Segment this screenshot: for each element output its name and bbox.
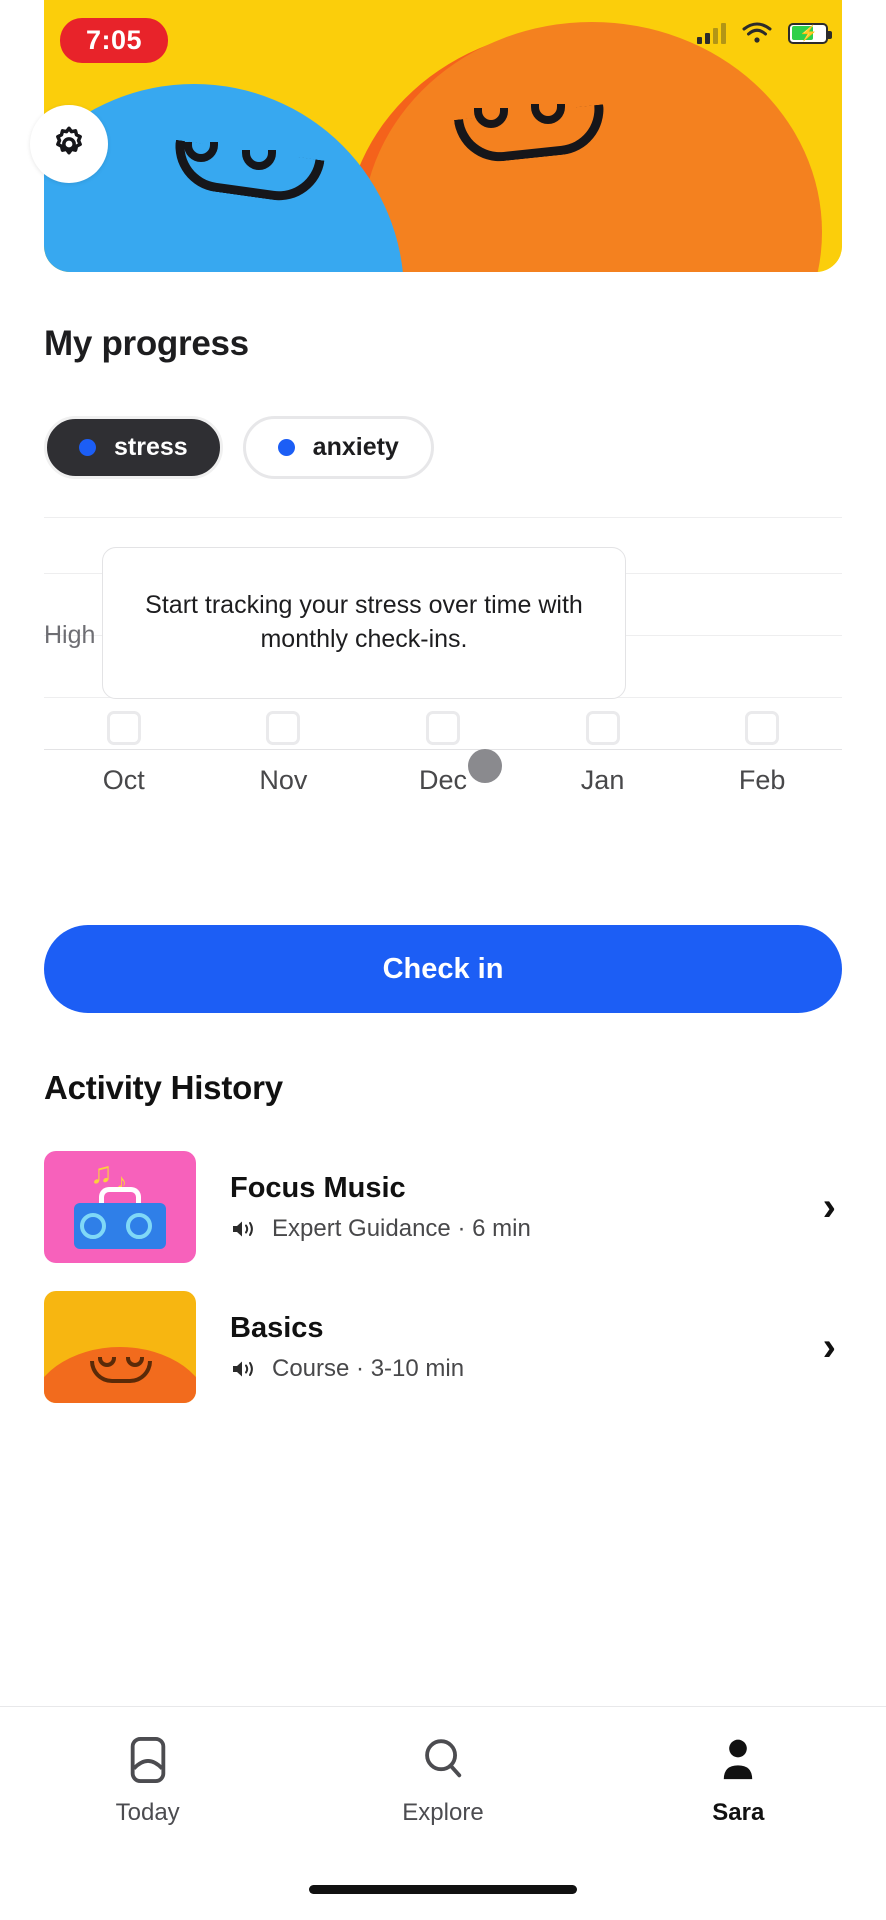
metric-filter-chips: stress anxiety (44, 416, 842, 479)
list-item-meta: Course · 3-10 min (230, 1355, 789, 1383)
list-item-title: Basics (230, 1311, 324, 1344)
boombox-speaker-right-icon (126, 1213, 152, 1239)
chip-anxiety[interactable]: anxiety (242, 416, 434, 479)
progress-chart[interactable]: High Start tracking your stress over tim… (44, 517, 842, 897)
month-slot-oct[interactable] (106, 711, 141, 745)
bottom-navigation: Today Explore Sara (0, 1706, 886, 1920)
chip-stress-label: stress (114, 433, 188, 461)
activity-history-list: ♫ ♪ Focus Music Expert Guidance · 6 min … (44, 1137, 842, 1417)
tab-sara[interactable]: Sara (591, 1735, 886, 1827)
cursor-pointer (468, 749, 502, 783)
page-title: My progress (44, 324, 249, 363)
month-slot-nov[interactable] (266, 711, 301, 745)
chart-month-slots (44, 711, 842, 745)
chip-anxiety-label: anxiety (312, 433, 399, 461)
person-icon (724, 1739, 753, 1780)
month-label-oct: Oct (102, 765, 145, 795)
main-content: My progress stress anxiety High Start tr… (0, 324, 886, 1417)
anxiety-dot-icon (277, 439, 295, 456)
chart-empty-state-text: Start tracking your stress over time wit… (145, 591, 583, 653)
list-item-meta-text: Course · 3-10 min (272, 1354, 465, 1382)
list-item[interactable]: Basics Course · 3-10 min › (44, 1277, 842, 1417)
bookmark-icon (130, 1737, 165, 1783)
check-in-button[interactable]: Check in (44, 925, 842, 1013)
stress-dot-icon (79, 439, 96, 456)
tab-explore-label: Explore (402, 1799, 484, 1826)
tab-sara-label: Sara (712, 1799, 765, 1826)
tab-today-label: Today (115, 1799, 180, 1826)
signal-bars-icon (697, 22, 726, 44)
search-icon (425, 1739, 462, 1778)
list-item-text: Focus Music Expert Guidance · 6 min (230, 1172, 789, 1243)
month-slot-jan[interactable] (585, 711, 620, 745)
activity-history-title: Activity History (44, 1069, 283, 1106)
list-item-text: Basics Course · 3-10 min (230, 1312, 789, 1383)
month-label-jan: Jan (580, 765, 625, 795)
month-slot-dec[interactable] (425, 711, 460, 745)
app-screen: 7:05 ⚡ My progress stress anxiety High S… (0, 0, 886, 1920)
speaker-icon (233, 1361, 253, 1376)
tab-today[interactable]: Today (0, 1735, 295, 1827)
settings-button[interactable] (30, 105, 108, 183)
basics-thumbnail (44, 1291, 196, 1403)
list-item-meta: Expert Guidance · 6 min (230, 1215, 789, 1243)
tab-explore[interactable]: Explore (295, 1735, 590, 1827)
wifi-icon (742, 22, 772, 43)
month-label-feb: Feb (738, 765, 786, 795)
list-item-meta-text: Expert Guidance · 6 min (272, 1214, 531, 1242)
boombox-speaker-left-icon (80, 1213, 106, 1239)
gear-icon (56, 126, 82, 155)
speaker-icon (233, 1221, 253, 1236)
music-note-icon: ♫ (90, 1157, 113, 1190)
battery-charging-icon: ⚡ (788, 22, 832, 44)
list-item-title: Focus Music (230, 1171, 406, 1204)
month-slot-feb[interactable] (745, 711, 780, 745)
chevron-right-icon[interactable]: › (823, 1187, 842, 1227)
chevron-right-icon[interactable]: › (823, 1327, 842, 1367)
status-time: 7:05 (60, 18, 169, 63)
focus-music-thumbnail: ♫ ♪ (44, 1151, 196, 1263)
chip-stress[interactable]: stress (44, 416, 223, 479)
chart-ytick-high: High (44, 621, 96, 649)
hero-banner: 7:05 ⚡ (44, 0, 842, 272)
chart-empty-state-card: Start tracking your stress over time wit… (102, 547, 626, 699)
list-item[interactable]: ♫ ♪ Focus Music Expert Guidance · 6 min … (44, 1137, 842, 1277)
chart-x-axis-labels: Oct Nov Dec Jan Feb (44, 765, 842, 796)
month-label-nov: Nov (259, 765, 308, 795)
home-indicator (309, 1885, 577, 1894)
status-bar: ⚡ (697, 22, 832, 44)
